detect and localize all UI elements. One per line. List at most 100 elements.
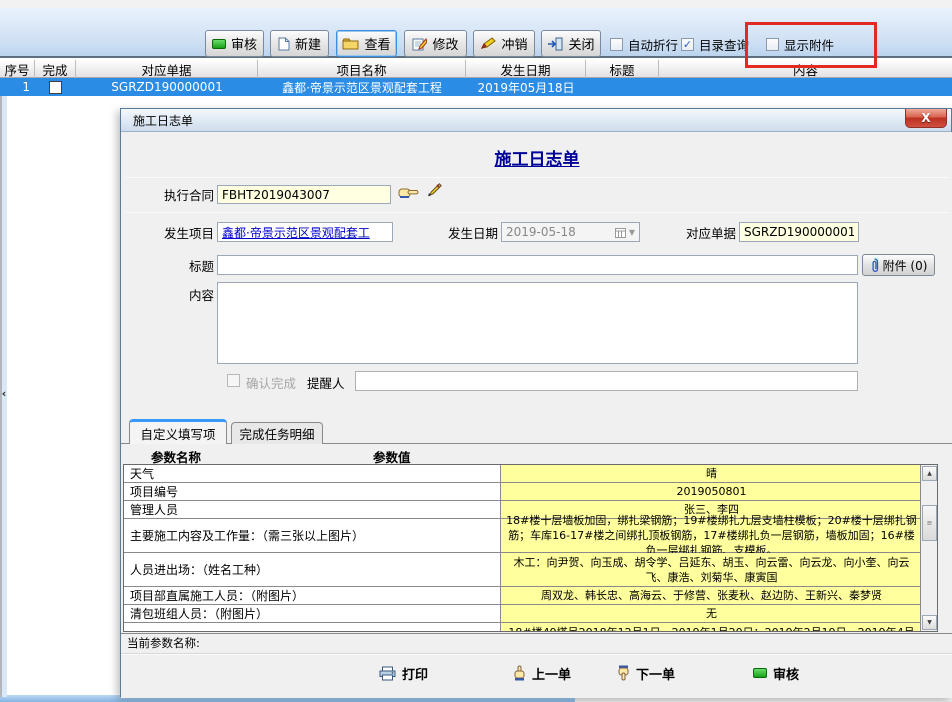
writeoff-button[interactable]: 冲销 bbox=[473, 30, 535, 57]
date-label: 发生日期 bbox=[438, 222, 498, 242]
audit-button[interactable]: 审核 bbox=[205, 30, 264, 57]
construction-log-dialog: 施工日志单 X 施工日志单 执行合同 发生项目 鑫都·帝景示范区景观配套工 发生… bbox=[120, 108, 952, 697]
attachment-button[interactable]: 附件 (0) bbox=[862, 254, 935, 276]
catalog-query-checkbox[interactable]: 目录查询 bbox=[681, 35, 749, 54]
edit-page-icon bbox=[412, 37, 427, 51]
doc-label: 对应单据 bbox=[676, 222, 736, 242]
param-value[interactable]: 2019050801 bbox=[501, 483, 922, 500]
title-input[interactable] bbox=[217, 255, 858, 275]
column-header-title[interactable]: 标题 bbox=[586, 60, 659, 78]
param-value[interactable]: 无 bbox=[501, 605, 922, 622]
autowrap-checkbox-box bbox=[610, 38, 623, 51]
close-button[interactable]: 关闭 bbox=[541, 30, 601, 57]
param-value[interactable]: 晴 bbox=[501, 465, 922, 482]
row-seq: 1 bbox=[0, 78, 30, 96]
row-project: 鑫都·帝景示范区景观配套工程 bbox=[258, 78, 466, 96]
param-name: 清包班组人员：（附图片） bbox=[124, 605, 501, 622]
paperclip-icon bbox=[870, 258, 879, 272]
scrollbar-thumb[interactable]: ≡ bbox=[922, 505, 937, 541]
folder-icon bbox=[342, 38, 359, 50]
autowrap-checkbox[interactable]: 自动折行 bbox=[610, 35, 678, 54]
project-label: 发生项目 bbox=[154, 222, 214, 242]
confirm-complete-label: 确认完成 bbox=[246, 373, 296, 392]
reminder-label: 提醒人 bbox=[307, 373, 345, 392]
param-name: 项目部直属施工人员：（附图片） bbox=[124, 587, 501, 604]
modify-button[interactable]: 修改 bbox=[404, 30, 467, 57]
row-done-checkbox[interactable] bbox=[49, 81, 62, 94]
next-record-button-label: 下一单 bbox=[636, 664, 675, 683]
param-name: 项目编号 bbox=[124, 483, 501, 500]
date-picker[interactable]: 2019-05-18 ▼ bbox=[501, 222, 640, 242]
row-date: 2019年05月18日 bbox=[466, 78, 586, 96]
param-row[interactable]: 机械进出场及使用：（品牌、型号、使用时间） 18#楼49塔吊2018年12月1日… bbox=[124, 623, 922, 632]
date-value: 2019-05-18 bbox=[506, 225, 576, 239]
printer-icon bbox=[379, 666, 396, 681]
close-button-label: 关闭 bbox=[568, 34, 594, 53]
param-row[interactable]: 人员进出场：（姓名工种） 木工：向尹贺、向玉成、胡令学、吕延东、胡玉、向云雷、向… bbox=[124, 553, 922, 587]
param-table-scrollbar[interactable]: ▲ ≡ ▼ bbox=[920, 465, 937, 631]
dialog-titlebar[interactable]: 施工日志单 X bbox=[121, 109, 951, 132]
param-row[interactable]: 主要施工内容及工作量：（需三张以上图片） 18#楼十层墙板加固，绑扎梁钢筋；19… bbox=[124, 519, 922, 553]
param-name: 天气 bbox=[124, 465, 501, 482]
audit-icon bbox=[753, 668, 767, 678]
attachment-button-label: 附件 (0) bbox=[883, 257, 928, 274]
next-record-button[interactable]: 下一单 bbox=[617, 661, 675, 685]
doc-input[interactable] bbox=[739, 222, 859, 242]
content-label: 内容 bbox=[154, 284, 214, 304]
hand-up-icon bbox=[513, 665, 526, 681]
autowrap-checkbox-label: 自动折行 bbox=[628, 35, 678, 54]
audit-footer-button-label: 审核 bbox=[773, 664, 799, 683]
form-title: 施工日志单 bbox=[121, 145, 952, 170]
reminder-input[interactable] bbox=[355, 371, 858, 391]
tab-task-detail[interactable]: 完成任务明细 bbox=[231, 422, 323, 444]
scroll-down-icon[interactable]: ▼ bbox=[922, 615, 937, 630]
row-doc: SGRZD190000001 bbox=[76, 78, 258, 96]
content-textarea[interactable] bbox=[217, 282, 858, 364]
pick-contract-hand-icon[interactable] bbox=[398, 185, 420, 200]
dropdown-arrow-icon[interactable]: ▼ bbox=[629, 228, 635, 237]
edit-pen-icon[interactable] bbox=[425, 182, 443, 199]
audit-footer-button[interactable]: 审核 bbox=[753, 661, 799, 685]
audit-button-label: 审核 bbox=[231, 34, 257, 53]
tab-custom-fields[interactable]: 自定义填写项 bbox=[129, 419, 227, 444]
dialog-close-button[interactable]: X bbox=[905, 109, 947, 128]
print-button-label: 打印 bbox=[402, 664, 428, 683]
project-link-box[interactable]: 鑫都·帝景示范区景观配套工 bbox=[217, 222, 393, 242]
view-button[interactable]: 查看 bbox=[336, 30, 397, 57]
column-header-doc[interactable]: 对应单据 bbox=[76, 60, 258, 78]
status-bar: 当前参数名称: bbox=[121, 633, 952, 652]
confirm-complete-checkbox[interactable] bbox=[227, 374, 240, 387]
writeoff-button-label: 冲销 bbox=[501, 34, 527, 53]
tab-task-detail-label: 完成任务明细 bbox=[239, 424, 314, 443]
param-row[interactable]: 项目部直属施工人员：（附图片） 周双龙、韩长忠、高海云、于修营、张麦秋、赵边防、… bbox=[124, 587, 922, 605]
param-value[interactable]: 木工：向尹贺、向玉成、胡令学、吕延东、胡玉、向云雷、向云龙、向小奎、向云飞、康浩… bbox=[501, 553, 922, 586]
hand-down-icon bbox=[617, 665, 630, 681]
param-table: 天气 晴 项目编号 2019050801 管理人员 张三、李四 主要施工内容及工… bbox=[123, 464, 938, 632]
project-link[interactable]: 鑫都·帝景示范区景观配套工 bbox=[222, 224, 370, 241]
separator bbox=[125, 212, 949, 213]
previous-record-button[interactable]: 上一单 bbox=[513, 661, 571, 685]
column-header-seq[interactable]: 序号 bbox=[0, 60, 35, 78]
row-done-cell[interactable] bbox=[35, 78, 76, 96]
dialog-body: 施工日志单 执行合同 发生项目 鑫都·帝景示范区景观配套工 发生日期 2019-… bbox=[121, 132, 952, 698]
print-button[interactable]: 打印 bbox=[379, 661, 428, 685]
collapse-arrow-icon[interactable]: ‹ bbox=[0, 386, 8, 400]
param-row[interactable]: 项目编号 2019050801 bbox=[124, 483, 922, 501]
exit-door-icon bbox=[547, 37, 563, 51]
param-value[interactable]: 18#楼49塔吊2018年12月1日－2019年1月20日；2019年2月19日… bbox=[501, 623, 922, 632]
new-button[interactable]: 新建 bbox=[270, 30, 329, 57]
status-label: 当前参数名称: bbox=[127, 635, 200, 651]
column-header-date[interactable]: 发生日期 bbox=[466, 60, 586, 78]
column-header-done[interactable]: 完成 bbox=[35, 60, 76, 78]
contract-input[interactable] bbox=[217, 185, 391, 204]
list-row-selected[interactable]: 1 SGRZD190000001 鑫都·帝景示范区景观配套工程 2019年05月… bbox=[0, 78, 952, 96]
scroll-up-icon[interactable]: ▲ bbox=[922, 466, 937, 481]
column-header-project[interactable]: 项目名称 bbox=[258, 60, 466, 78]
param-value[interactable]: 18#楼十层墙板加固，绑扎梁钢筋；19#楼绑扎九层支墙柱模板；20#楼十层绑扎钢… bbox=[501, 519, 922, 552]
param-row[interactable]: 天气 晴 bbox=[124, 465, 922, 483]
param-name: 人员进出场：（姓名工种） bbox=[124, 553, 501, 586]
contract-label: 执行合同 bbox=[154, 184, 214, 204]
param-name: 机械进出场及使用：（品牌、型号、使用时间） bbox=[124, 623, 501, 632]
param-row[interactable]: 清包班组人员：（附图片） 无 bbox=[124, 605, 922, 623]
param-value[interactable]: 周双龙、韩长忠、高海云、于修营、张麦秋、赵边防、王新兴、秦梦贤 bbox=[501, 587, 922, 604]
